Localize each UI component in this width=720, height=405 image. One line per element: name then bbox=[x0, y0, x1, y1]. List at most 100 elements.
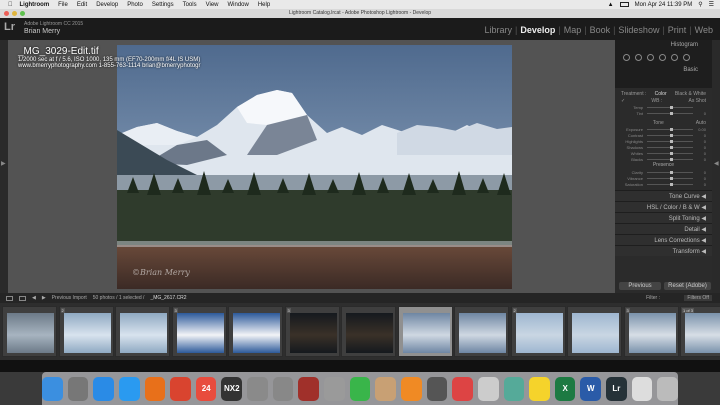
wifi-icon[interactable]: ▲ bbox=[608, 2, 614, 8]
preview-icon[interactable] bbox=[247, 376, 268, 401]
collapsed-panel-header[interactable]: Lens Corrections ◀ bbox=[615, 234, 712, 245]
slider-value[interactable]: 0 bbox=[697, 182, 706, 187]
slider-track[interactable] bbox=[647, 145, 693, 149]
slider-value[interactable]: 0 bbox=[697, 145, 706, 150]
slider-value[interactable]: 0 bbox=[697, 151, 706, 156]
grab-icon[interactable] bbox=[477, 376, 499, 401]
red-eye-icon[interactable] bbox=[647, 54, 654, 61]
stack-badge[interactable]: 3 bbox=[625, 308, 630, 313]
module-slideshow[interactable]: Slideshow bbox=[615, 25, 662, 35]
menu-window[interactable]: Window bbox=[228, 2, 249, 8]
slider-knob[interactable] bbox=[670, 170, 673, 174]
photo-booth-icon[interactable] bbox=[298, 376, 320, 401]
menu-photo[interactable]: Photo bbox=[127, 2, 143, 8]
filmstrip-thumbnail[interactable] bbox=[2, 306, 57, 357]
filmstrip-thumbnail[interactable]: 3 bbox=[171, 306, 227, 357]
slider-track[interactable] bbox=[647, 139, 693, 143]
slider-value[interactable]: 0.00 bbox=[697, 127, 706, 132]
collapsed-panel-header[interactable]: HSL / Color / B & W ◀ bbox=[615, 201, 712, 212]
filter-select[interactable]: Filters Off bbox=[684, 295, 712, 301]
graduated-filter-icon[interactable] bbox=[659, 54, 666, 61]
system-preferences-icon[interactable] bbox=[272, 376, 294, 401]
slider-knob[interactable] bbox=[670, 111, 673, 115]
slider-track[interactable] bbox=[647, 157, 693, 161]
slider-knob[interactable] bbox=[670, 127, 673, 131]
reset-button[interactable]: Reset (Adobe) bbox=[664, 282, 711, 290]
nav-back-icon[interactable]: ◀ bbox=[32, 295, 36, 301]
collapsed-panel-header[interactable]: Transform ◀ bbox=[615, 245, 712, 256]
menubar-clock[interactable]: Mon Apr 24 11:39 PM bbox=[635, 2, 693, 8]
wb-select[interactable]: As Shot bbox=[688, 98, 706, 104]
menu-tools[interactable]: Tools bbox=[183, 2, 197, 8]
chrome-icon[interactable] bbox=[170, 376, 191, 401]
filmstrip-thumbnail[interactable]: 2 bbox=[58, 306, 114, 357]
slider-value[interactable]: 0 bbox=[697, 139, 706, 144]
module-print[interactable]: Print bbox=[665, 25, 690, 35]
stack-badge[interactable]: 1 of 3 bbox=[682, 308, 695, 313]
slider-knob[interactable] bbox=[670, 105, 673, 109]
expand-left-panel-icon[interactable]: ▶ bbox=[1, 160, 6, 167]
slider-knob[interactable] bbox=[670, 176, 673, 180]
ibooks-icon[interactable] bbox=[400, 376, 422, 401]
histogram-header[interactable]: Histogram bbox=[671, 42, 698, 48]
filmstrip-thumbnail[interactable] bbox=[341, 306, 396, 357]
main-photo[interactable] bbox=[117, 45, 512, 289]
slider-value[interactable]: 0 bbox=[697, 111, 706, 116]
excel-icon[interactable]: X bbox=[554, 376, 576, 401]
slider-track[interactable] bbox=[647, 111, 693, 115]
radial-filter-icon[interactable] bbox=[671, 54, 678, 61]
filmstrip-thumbnail[interactable] bbox=[228, 306, 283, 357]
close-window-button[interactable] bbox=[4, 11, 9, 16]
nav-forward-icon[interactable]: ▶ bbox=[42, 295, 46, 301]
slider-knob[interactable] bbox=[670, 145, 673, 149]
histogram-panel[interactable]: Histogram Basic bbox=[615, 40, 712, 88]
stack-badge[interactable]: 3 bbox=[173, 308, 178, 313]
menu-view[interactable]: View bbox=[206, 2, 219, 8]
slider-track[interactable] bbox=[647, 170, 693, 174]
slider-track[interactable] bbox=[647, 127, 693, 131]
collapsed-panel-header[interactable]: Split Toning ◀ bbox=[615, 212, 712, 223]
word-icon[interactable]: W bbox=[580, 376, 602, 401]
module-web[interactable]: Web bbox=[692, 25, 716, 35]
slider-value[interactable]: 0 bbox=[697, 157, 706, 162]
filmstrip-thumbnail[interactable]: 3 bbox=[623, 306, 679, 357]
search-icon[interactable]: ⚲ bbox=[698, 1, 702, 8]
battery-icon[interactable] bbox=[619, 2, 629, 7]
nx2-icon[interactable]: NX2 bbox=[221, 376, 243, 401]
previous-button[interactable]: Previous bbox=[619, 282, 661, 290]
eyedropper-icon[interactable]: ✓ bbox=[621, 98, 625, 104]
menu-settings[interactable]: Settings bbox=[152, 2, 174, 8]
facetime-icon[interactable] bbox=[349, 376, 371, 401]
slider-knob[interactable] bbox=[670, 157, 673, 161]
finder-icon[interactable] bbox=[42, 376, 63, 401]
collapse-right-panel-icon[interactable]: ◀ bbox=[714, 160, 719, 167]
launchpad-icon[interactable] bbox=[67, 376, 89, 401]
lightroom-icon[interactable]: Lr bbox=[606, 376, 627, 401]
trash-icon[interactable] bbox=[657, 376, 679, 401]
filmstrip-thumbnail[interactable]: 3 bbox=[284, 306, 340, 357]
slider-track[interactable] bbox=[647, 133, 693, 137]
firefox-icon[interactable] bbox=[144, 376, 166, 401]
collapsed-panel-header[interactable]: Tone Curve ◀ bbox=[615, 190, 712, 201]
image-capture-icon[interactable] bbox=[503, 376, 525, 401]
tone-auto-button[interactable]: Auto bbox=[696, 120, 706, 126]
spot-removal-icon[interactable] bbox=[635, 54, 642, 61]
minimize-window-button[interactable] bbox=[12, 11, 17, 16]
filmstrip-thumbnail[interactable]: 1 of 3 bbox=[680, 306, 720, 357]
treatment-bw-button[interactable]: Black & White bbox=[675, 91, 706, 97]
adjustment-brush-icon[interactable] bbox=[683, 54, 690, 61]
notification-center-icon[interactable]: ☰ bbox=[709, 1, 714, 8]
menu-edit[interactable]: Edit bbox=[77, 2, 87, 8]
documents-icon[interactable] bbox=[631, 376, 653, 401]
module-develop[interactable]: Develop bbox=[517, 25, 558, 35]
slider-track[interactable] bbox=[647, 105, 693, 109]
left-panel-collapsed[interactable]: ▶ bbox=[0, 40, 8, 293]
contacts-icon[interactable] bbox=[375, 376, 396, 401]
menu-file[interactable]: File bbox=[58, 2, 68, 8]
photos-icon[interactable] bbox=[324, 376, 345, 401]
slider-value[interactable]: 0 bbox=[697, 170, 706, 175]
menu-app-lightroom[interactable]: Lightroom bbox=[20, 2, 50, 8]
slider-value[interactable]: 0 bbox=[697, 133, 706, 138]
slider-track[interactable] bbox=[647, 151, 693, 155]
treatment-color-button[interactable]: Color bbox=[655, 91, 667, 97]
